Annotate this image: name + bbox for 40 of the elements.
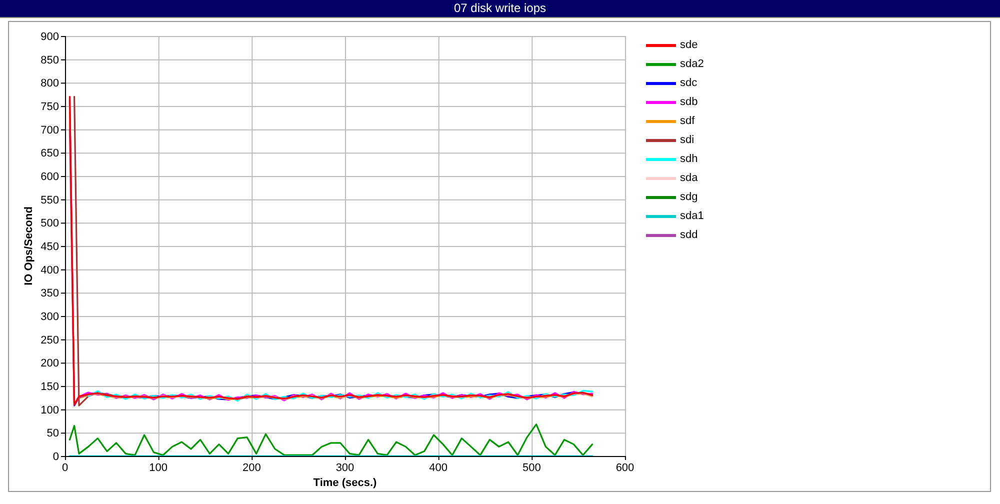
tick-label: 600	[40, 171, 59, 183]
axis-title: Time (secs.)	[313, 477, 377, 489]
tick-label: 600	[616, 462, 634, 474]
legend-label: sda1	[680, 210, 704, 222]
tick-label: 300	[40, 311, 59, 323]
tick-label: 350	[40, 288, 59, 300]
tick-label: 200	[40, 358, 59, 370]
tick-label: 0	[52, 451, 59, 463]
legend-label: sdd	[680, 229, 698, 241]
legend-label: sdi	[680, 134, 694, 146]
legend-label: sda2	[680, 58, 704, 70]
tick-label: 850	[40, 54, 59, 66]
tick-label: 400	[40, 264, 59, 276]
tick-label: 900	[40, 31, 59, 43]
legend-label: sdg	[680, 191, 698, 203]
tick-label: 550	[40, 194, 59, 206]
legend-label: sdc	[680, 77, 698, 89]
tick-label: 0	[62, 462, 68, 474]
axis-title: IO Ops/Second	[23, 206, 35, 286]
tick-label: 700	[40, 124, 59, 136]
tick-label: 450	[40, 241, 59, 253]
legend-label: sda	[680, 172, 698, 184]
tick-label: 150	[40, 381, 59, 393]
tick-label: 500	[40, 218, 59, 230]
legend-label: sdh	[680, 153, 698, 165]
legend-label: sdf	[680, 115, 695, 127]
legend-label: sdb	[680, 96, 698, 108]
tick-label: 200	[242, 462, 261, 474]
tick-label: 500	[522, 462, 541, 474]
tick-label: 650	[40, 148, 59, 160]
window-title: 07 disk write iops	[0, 0, 1000, 18]
tick-label: 100	[40, 404, 59, 416]
tick-label: 100	[149, 462, 168, 474]
tick-label: 300	[336, 462, 354, 474]
tick-label: 800	[40, 78, 59, 90]
tick-label: 400	[429, 462, 448, 474]
tick-label: 50	[46, 428, 59, 440]
tick-label: 250	[40, 334, 59, 346]
tick-label: 750	[40, 101, 59, 113]
legend-label: sde	[680, 39, 698, 51]
